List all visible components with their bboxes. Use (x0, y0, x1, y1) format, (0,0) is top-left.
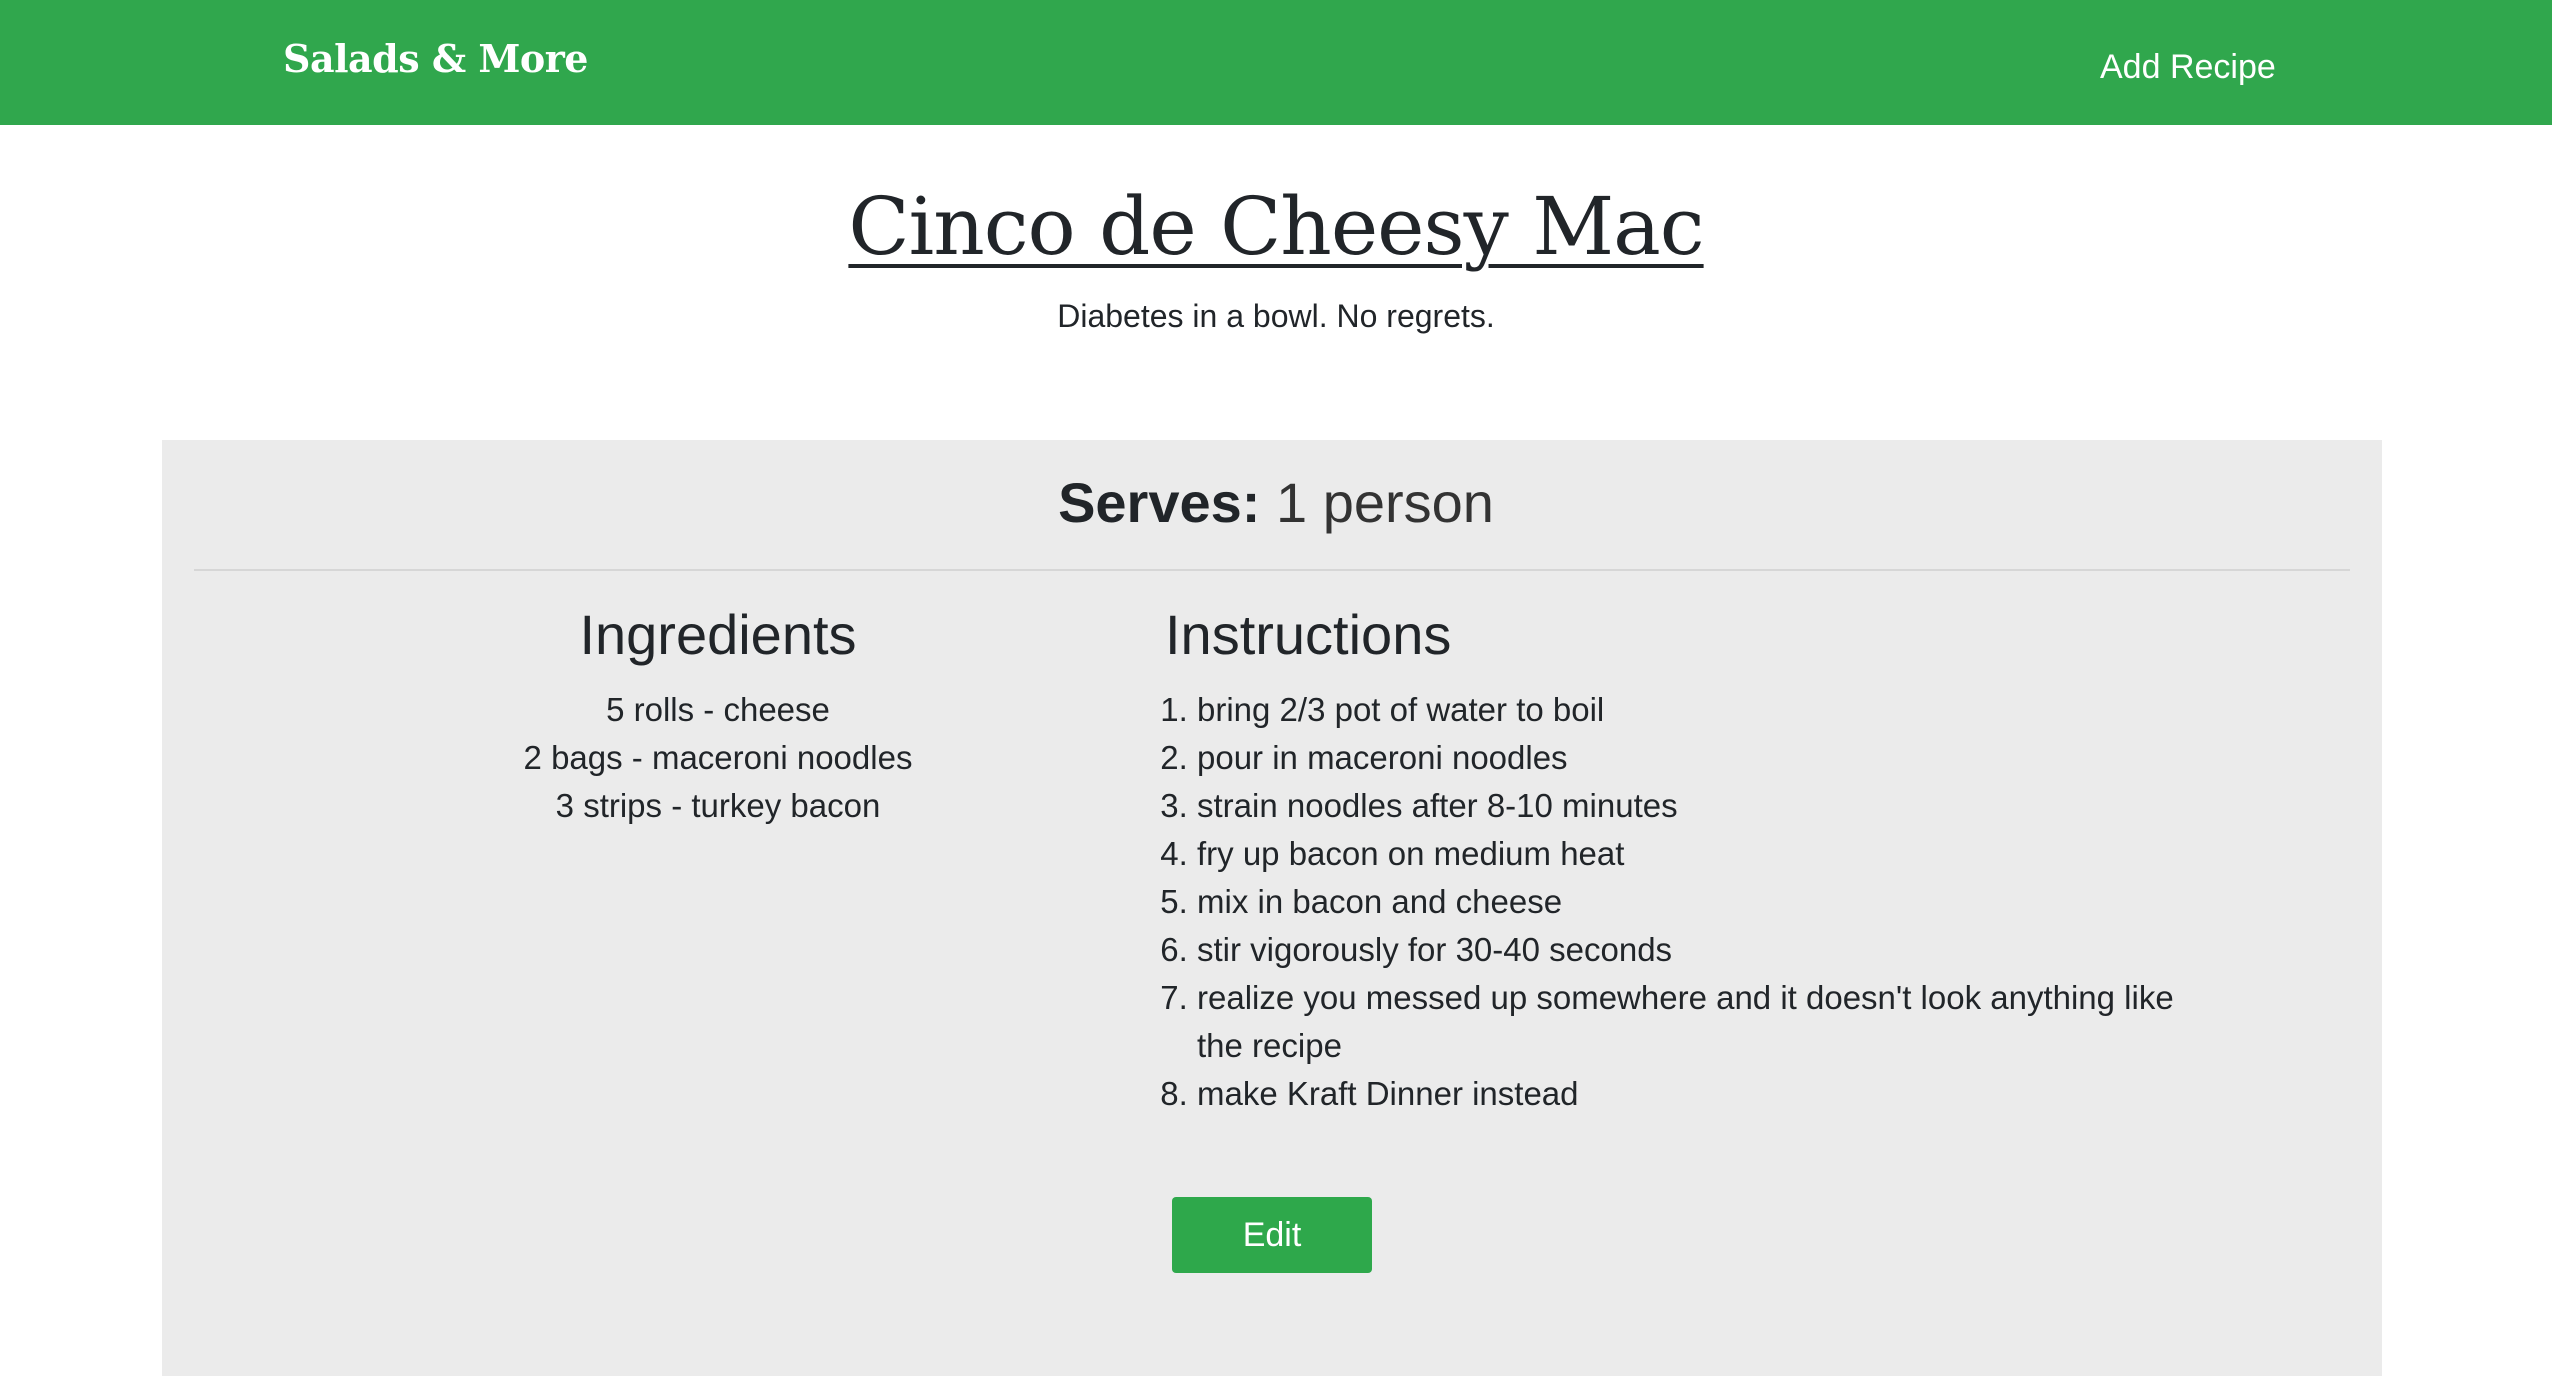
ingredients-list: 5 rolls - cheese 2 bags - maceroni noodl… (418, 686, 1018, 830)
ingredient-item: 2 bags - maceroni noodles (523, 739, 913, 776)
ingredient-item: 3 strips - turkey bacon (555, 787, 881, 824)
instructions-list: bring 2/3 pot of water to boil pour in m… (1160, 686, 2227, 1118)
instruction-step: mix in bacon and cheese (1197, 878, 2227, 926)
instructions-heading: Instructions (1165, 603, 1452, 666)
ingredients-heading: Ingredients (579, 603, 857, 666)
instruction-step: bring 2/3 pot of water to boil (1197, 686, 2227, 734)
brand-link[interactable]: Salads & More (283, 36, 588, 81)
instruction-step: strain noodles after 8-10 minutes (1197, 782, 2227, 830)
ingredient-item: 5 rolls - cheese (606, 691, 830, 728)
instruction-step: fry up bacon on medium heat (1197, 830, 2227, 878)
serves-line: Serves: 1 person (0, 470, 2552, 535)
instruction-step: realize you messed up somewhere and it d… (1197, 974, 2227, 1070)
serves-value: 1 person (1276, 471, 1494, 534)
instruction-step: pour in maceroni noodles (1197, 734, 2227, 782)
edit-button[interactable]: Edit (1172, 1197, 1372, 1273)
top-navbar: Salads & More Add Recipe (0, 0, 2552, 125)
recipe-description: Diabetes in a bowl. No regrets. (1057, 298, 1495, 334)
recipe-title: Cinco de Cheesy Mac (848, 180, 1704, 273)
card-divider (194, 569, 2350, 571)
add-recipe-link[interactable]: Add Recipe (2100, 48, 2276, 87)
instruction-step: stir vigorously for 30-40 seconds (1197, 926, 2227, 974)
serves-label: Serves: (1058, 471, 1261, 534)
instruction-step: make Kraft Dinner instead (1197, 1070, 2227, 1118)
